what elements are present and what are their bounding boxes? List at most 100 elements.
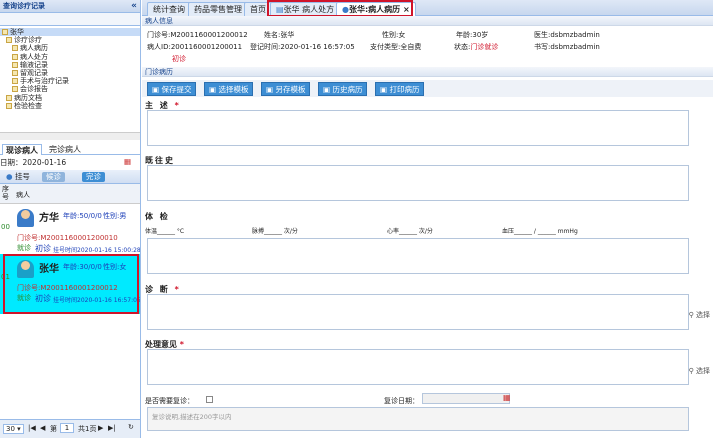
select-template-button[interactable]: ▣ 选择模板	[204, 82, 254, 96]
section-medical-record: 门诊病历	[142, 67, 713, 77]
save-as-template-button[interactable]: ▣ 另存模板	[261, 82, 311, 96]
tab-statistics[interactable]: 统计查询	[147, 2, 191, 16]
patient-age: 年龄:50/0/0	[63, 212, 102, 220]
tree-node[interactable]: 病历文档	[0, 94, 140, 102]
patient-name: 方华	[39, 213, 59, 224]
left-panel: 查询诊疗记录 « 张华 诊疗诊疗 病人病历 病人处方 输液记录 留观记录 手术与…	[0, 0, 141, 438]
exam-label: 体 检	[145, 212, 170, 221]
diagnosis-input[interactable]	[147, 294, 689, 330]
date-input[interactable]: 2020-01-16	[23, 158, 67, 167]
page-size-select[interactable]: 30 ▾	[3, 424, 24, 434]
diagnosis-select[interactable]: ⚲ 选择	[689, 310, 710, 320]
temperature-field[interactable]: 体温______ °C	[145, 226, 184, 235]
doctor-field: 医生:dsbmzbadmin	[534, 31, 600, 39]
visit-type: 初诊	[35, 244, 51, 253]
document-icon	[12, 78, 18, 85]
treatment-input[interactable]	[147, 349, 689, 385]
highlight-box	[267, 0, 413, 17]
tree-node[interactable]: 病人病历	[0, 44, 140, 52]
document-icon	[12, 45, 18, 52]
document-icon	[12, 61, 18, 68]
done-button[interactable]: 完诊	[82, 172, 105, 182]
visit-status: 就诊	[17, 244, 31, 252]
panel-title: 查询诊疗记录	[3, 2, 45, 10]
save-submit-button[interactable]: ▣ 保存提交	[147, 82, 197, 96]
blood-pressure-field[interactable]: 血压______ / ______ mmHg	[502, 226, 578, 235]
tab-drug-retail[interactable]: 药品零售管理	[188, 2, 248, 16]
history-icon: ▣	[323, 85, 331, 94]
register-time: 挂号时间2020-01-16 15:00:28	[53, 247, 141, 254]
pay-type-field: 支付类型:全自费	[370, 43, 422, 51]
revisit-note-placeholder: 复诊说明,描述在200字以内	[152, 413, 232, 421]
revisit-note-input[interactable]: 复诊说明,描述在200字以内	[147, 407, 689, 431]
patient-no: 门诊号:M2001160001200010	[17, 234, 118, 242]
next-page-icon[interactable]: ▶	[98, 424, 103, 432]
col-patient: 病人	[16, 191, 30, 199]
main-panel: 统计查询 药品零售管理 首页 ▤张华 病人处方 × ●张华:病人病历 × 病人信…	[142, 0, 713, 438]
tree-node[interactable]: 检验检查	[0, 102, 140, 110]
collapse-icon[interactable]: «	[131, 0, 137, 13]
document-icon	[12, 53, 18, 60]
highlight-box	[3, 254, 139, 314]
treatment-select[interactable]: ⚲ 选择	[689, 366, 710, 376]
col-index: 序号	[2, 185, 9, 201]
record-tree: 张华 诊疗诊疗 病人病历 病人处方 输液记录 留观记录 手术与治疗记录 会诊报告…	[0, 28, 140, 132]
calendar-icon[interactable]: ▦	[124, 157, 131, 166]
tree-node[interactable]: 输液记录	[0, 61, 140, 69]
age-field: 年龄:30岁	[456, 31, 489, 39]
print-icon: ▣	[380, 85, 388, 94]
left-panel-header: 查询诊疗记录 «	[0, 0, 140, 13]
register-button[interactable]: ● 挂号	[2, 172, 34, 182]
first-visit-label: 初诊	[172, 55, 186, 63]
folder-icon	[6, 37, 12, 44]
refresh-icon[interactable]: ↻	[128, 423, 134, 431]
user-icon: ●	[6, 172, 13, 181]
page-input[interactable]: 1	[60, 423, 74, 433]
search-icon: ⚲	[688, 367, 694, 375]
reg-time-field: 登记时间:2020-01-16 16:57:05	[250, 43, 355, 51]
status-field: 状态:门诊就诊	[454, 43, 499, 51]
row-index: 00	[1, 223, 10, 231]
save-icon: ▣	[152, 85, 160, 94]
first-page-icon[interactable]: |◀	[28, 424, 36, 432]
section-patient-info: 病人信息	[142, 16, 713, 26]
revisit-date-input[interactable]	[422, 393, 510, 404]
tree-node[interactable]: 留观记录	[0, 69, 140, 77]
page-label: 第	[50, 425, 57, 433]
search-icon: ⚲	[688, 311, 694, 319]
folder-icon	[2, 29, 8, 35]
avatar	[17, 209, 34, 227]
history-record-button[interactable]: ▣ 历史病历	[318, 82, 368, 96]
calendar-icon[interactable]: ▦	[503, 393, 511, 402]
patient-sex: 性别:男	[103, 212, 127, 220]
print-record-button[interactable]: ▣ 打印病历	[375, 82, 425, 96]
record-toolbar: ▣ 保存提交 ▣ 选择模板 ▣ 另存模板 ▣ 历史病历 ▣ 打印病历	[142, 80, 713, 97]
chief-complaint-input[interactable]	[147, 110, 689, 146]
template-icon: ▣	[266, 85, 274, 94]
horizontal-scrollbar[interactable]	[0, 132, 140, 140]
patient-toolbar: ● 挂号 候诊 完诊	[0, 170, 140, 184]
document-icon	[12, 69, 18, 76]
history-input[interactable]	[147, 165, 689, 201]
tab-current-patients[interactable]: 现诊病人	[2, 144, 42, 155]
patient-id-field: 病人ID:2001160001200011	[147, 43, 243, 51]
tree-node[interactable]: 会诊报告	[0, 85, 140, 93]
folder-icon	[6, 102, 12, 109]
tree-node-root[interactable]: 张华	[0, 28, 140, 37]
clerk-field: 书写:dsbmzbadmin	[534, 43, 600, 51]
exam-input[interactable]	[147, 238, 689, 274]
revisit-date-label: 复诊日期：	[384, 397, 419, 405]
heart-rate-field[interactable]: 心率______ 次/分	[387, 226, 433, 235]
revisit-checkbox[interactable]	[206, 396, 213, 403]
pulse-field[interactable]: 脉搏______ 次/分	[252, 226, 298, 235]
last-page-icon[interactable]: ▶|	[108, 424, 116, 432]
tab-finished-patients[interactable]: 完诊病人	[46, 144, 84, 155]
folder-icon	[6, 94, 12, 101]
outpatient-no-field: 门诊号:M2001160001200012	[147, 31, 248, 39]
revisit-label: 是否需要复诊：	[145, 397, 194, 405]
waiting-button[interactable]: 候诊	[42, 172, 65, 182]
patient-card[interactable]: 方华 年龄:50/0/0 性别:男 门诊号:M2001160001200010 …	[15, 205, 140, 255]
tree-node[interactable]: 病人处方	[0, 53, 140, 61]
patient-tabs: 现诊病人 完诊病人	[0, 142, 140, 155]
prev-page-icon[interactable]: ◀	[40, 424, 45, 432]
